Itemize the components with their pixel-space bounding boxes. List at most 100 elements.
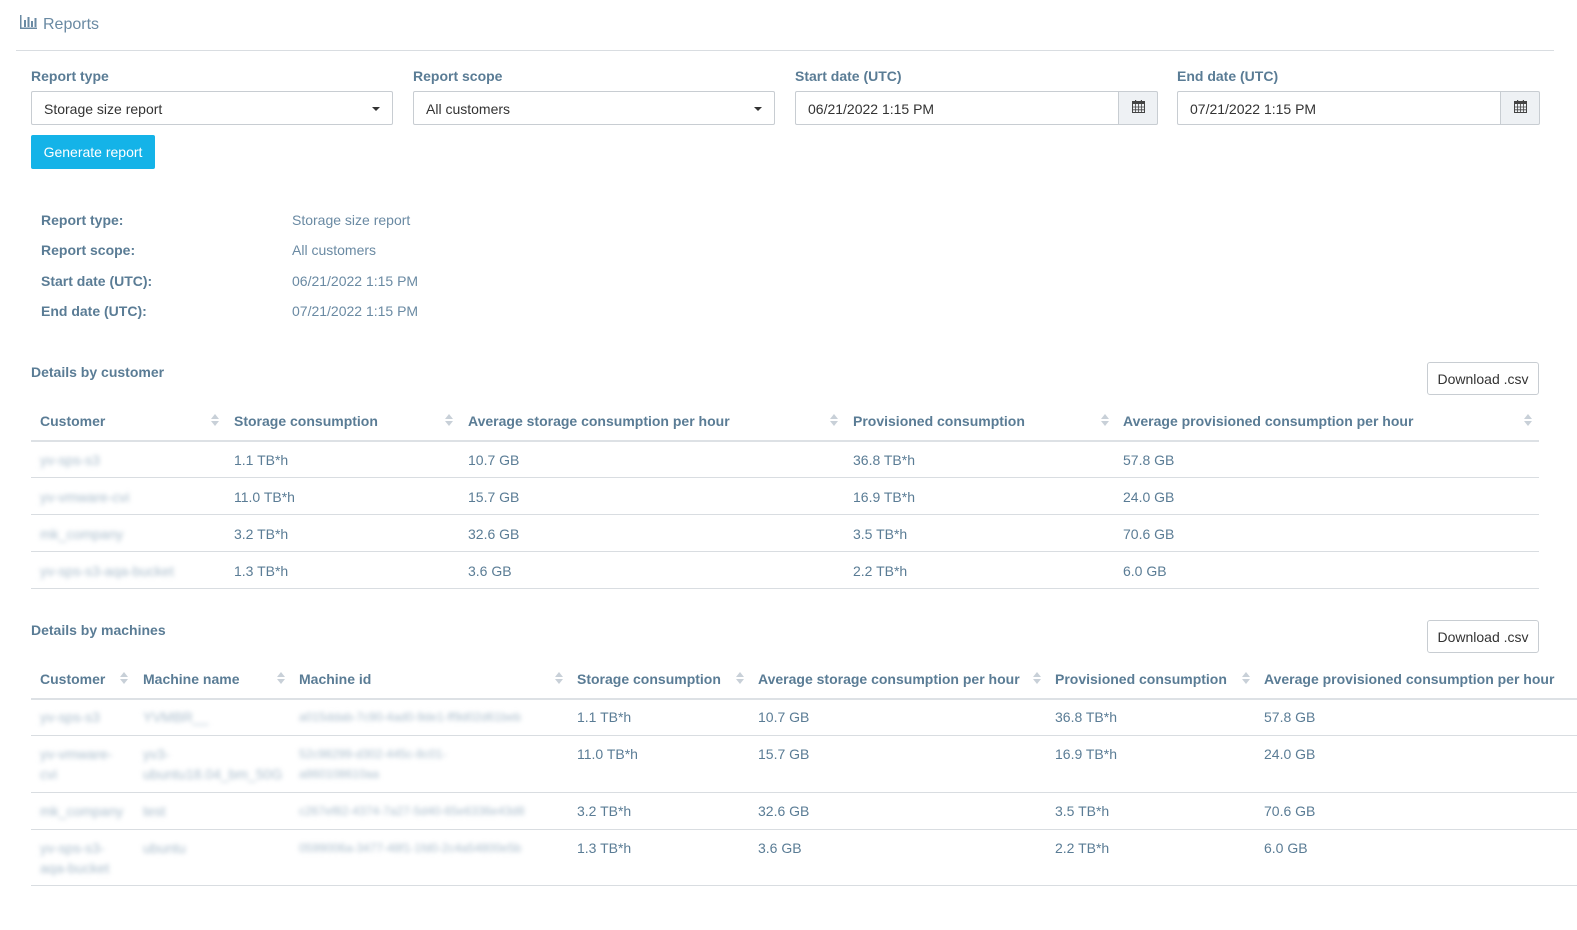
machine-name-cell: yv3-ubuntu18.04_bm_50G bbox=[143, 746, 283, 782]
end-date-label: End date (UTC) bbox=[1177, 68, 1279, 84]
machine-id-cell: a015ddab-7c90-4ad0-9de1-ff9d02d61beb bbox=[299, 710, 521, 724]
column-header-machine-name[interactable]: Machine name bbox=[143, 671, 239, 687]
avg-storage-cell: 15.7 GB bbox=[468, 489, 520, 505]
column-header-machine-id[interactable]: Machine id bbox=[299, 671, 371, 687]
summary-key: Start date (UTC): bbox=[41, 273, 153, 289]
report-type-value: Storage size report bbox=[44, 101, 163, 117]
start-date-picker-button[interactable] bbox=[1119, 91, 1158, 125]
column-header-provisioned[interactable]: Provisioned consumption bbox=[1055, 671, 1227, 687]
sort-icon[interactable] bbox=[555, 672, 563, 684]
machine-id-cell: c267ef82-4374-7a27-5d40-65e6336e43d8 bbox=[299, 804, 525, 818]
customer-cell: yv-sps-s3 bbox=[40, 452, 100, 468]
sort-icon[interactable] bbox=[830, 414, 838, 426]
machines-section-title: Details by machines bbox=[31, 622, 166, 638]
sort-icon[interactable] bbox=[736, 672, 744, 684]
download-csv-button[interactable]: Download .csv bbox=[1427, 620, 1539, 653]
page-title: Reports bbox=[20, 15, 99, 34]
customer-cell: yv-vmware-cvi bbox=[40, 746, 113, 782]
caret-down-icon bbox=[372, 107, 380, 111]
summary-value: 07/21/2022 1:15 PM bbox=[292, 303, 419, 319]
storage-cell: 1.3 TB*h bbox=[577, 840, 632, 856]
provisioned-cell: 3.5 TB*h bbox=[1055, 803, 1110, 819]
customer-cell: mk_company bbox=[40, 526, 124, 542]
download-csv-button[interactable]: Download .csv bbox=[1427, 362, 1539, 395]
column-header-avg-storage[interactable]: Average storage consumption per hour bbox=[468, 413, 730, 429]
calendar-icon bbox=[1513, 100, 1527, 116]
avg-provisioned-cell: 57.8 GB bbox=[1123, 452, 1175, 468]
calendar-icon bbox=[1131, 100, 1145, 116]
machine-name-cell: YVMBR__ bbox=[143, 709, 209, 725]
column-header-avg-provisioned[interactable]: Average provisioned consumption per hour bbox=[1123, 413, 1413, 429]
machine-id-cell: 52c98299-d302-445c-8c01-a860108610aa bbox=[299, 747, 447, 781]
sort-icon[interactable] bbox=[211, 414, 219, 426]
column-header-storage[interactable]: Storage consumption bbox=[234, 413, 378, 429]
end-date-input[interactable]: 07/21/2022 1:15 PM bbox=[1177, 91, 1501, 125]
provisioned-cell: 2.2 TB*h bbox=[853, 563, 908, 579]
storage-cell: 3.2 TB*h bbox=[234, 526, 289, 542]
column-header-avg-storage[interactable]: Average storage consumption per hour bbox=[758, 671, 1020, 687]
customer-cell: yv-sps-s3 bbox=[40, 709, 100, 725]
report-scope-label: Report scope bbox=[413, 68, 503, 84]
caret-down-icon bbox=[754, 107, 762, 111]
report-scope-select[interactable]: All customers bbox=[413, 91, 775, 125]
avg-provisioned-cell: 70.6 GB bbox=[1264, 803, 1316, 819]
avg-provisioned-cell: 6.0 GB bbox=[1123, 563, 1167, 579]
sort-icon[interactable] bbox=[1524, 414, 1532, 426]
summary-key: End date (UTC): bbox=[41, 303, 147, 319]
provisioned-cell: 36.8 TB*h bbox=[853, 452, 916, 468]
machine-id-cell: 0599006a-3477-48f1-1fd0-2c4a54800e5b bbox=[299, 841, 522, 855]
row-divider bbox=[31, 735, 1577, 736]
sort-icon[interactable] bbox=[277, 672, 285, 684]
customer-cell: mk_company bbox=[40, 803, 124, 819]
row-divider bbox=[31, 477, 1539, 478]
avg-provisioned-cell: 24.0 GB bbox=[1123, 489, 1175, 505]
storage-cell: 1.3 TB*h bbox=[234, 563, 289, 579]
row-divider bbox=[31, 885, 1577, 886]
avg-provisioned-cell: 70.6 GB bbox=[1123, 526, 1175, 542]
column-header-provisioned[interactable]: Provisioned consumption bbox=[853, 413, 1025, 429]
avg-storage-cell: 32.6 GB bbox=[758, 803, 810, 819]
provisioned-cell: 16.9 TB*h bbox=[853, 489, 916, 505]
row-divider bbox=[31, 514, 1539, 515]
column-header-customer[interactable]: Customer bbox=[40, 671, 105, 687]
machine-name-cell: ubuntu bbox=[143, 840, 186, 856]
sort-icon[interactable] bbox=[445, 414, 453, 426]
sort-icon[interactable] bbox=[1242, 672, 1250, 684]
avg-storage-cell: 10.7 GB bbox=[468, 452, 520, 468]
sort-icon[interactable] bbox=[1033, 672, 1041, 684]
column-header-storage[interactable]: Storage consumption bbox=[577, 671, 721, 687]
row-divider bbox=[31, 792, 1577, 793]
table-header-divider bbox=[31, 440, 1539, 442]
start-date-input[interactable]: 06/21/2022 1:15 PM bbox=[795, 91, 1119, 125]
summary-key: Report scope: bbox=[41, 242, 136, 258]
avg-provisioned-cell: 6.0 GB bbox=[1264, 840, 1308, 856]
report-type-label: Report type bbox=[31, 68, 109, 84]
provisioned-cell: 3.5 TB*h bbox=[853, 526, 908, 542]
avg-provisioned-cell: 57.8 GB bbox=[1264, 709, 1316, 725]
end-date-picker-button[interactable] bbox=[1501, 91, 1540, 125]
customer-cell: yv-sps-s3-aqa-bucket bbox=[40, 840, 110, 876]
generate-report-button[interactable]: Generate report bbox=[31, 135, 155, 169]
report-scope-value: All customers bbox=[426, 101, 511, 117]
storage-cell: 11.0 TB*h bbox=[234, 489, 295, 505]
avg-storage-cell: 10.7 GB bbox=[758, 709, 810, 725]
start-date-label: Start date (UTC) bbox=[795, 68, 902, 84]
column-header-avg-provisioned[interactable]: Average provisioned consumption per hour bbox=[1264, 671, 1554, 687]
page-title-text: Reports bbox=[43, 15, 100, 33]
avg-provisioned-cell: 24.0 GB bbox=[1264, 746, 1316, 762]
column-header-customer[interactable]: Customer bbox=[40, 413, 105, 429]
summary-value: Storage size report bbox=[292, 212, 411, 228]
provisioned-cell: 2.2 TB*h bbox=[1055, 840, 1110, 856]
avg-storage-cell: 32.6 GB bbox=[468, 526, 520, 542]
storage-cell: 1.1 TB*h bbox=[234, 452, 289, 468]
report-type-select[interactable]: Storage size report bbox=[31, 91, 393, 125]
sort-icon[interactable] bbox=[1101, 414, 1109, 426]
customer-cell: yv-vmware-cvi bbox=[40, 489, 130, 505]
bar-chart-icon bbox=[20, 15, 43, 34]
sort-icon[interactable] bbox=[120, 672, 128, 684]
summary-key: Report type: bbox=[41, 212, 124, 228]
table-header-divider bbox=[31, 698, 1577, 700]
machine-name-cell: test bbox=[143, 803, 166, 819]
storage-cell: 11.0 TB*h bbox=[577, 746, 638, 762]
row-divider bbox=[31, 829, 1577, 830]
